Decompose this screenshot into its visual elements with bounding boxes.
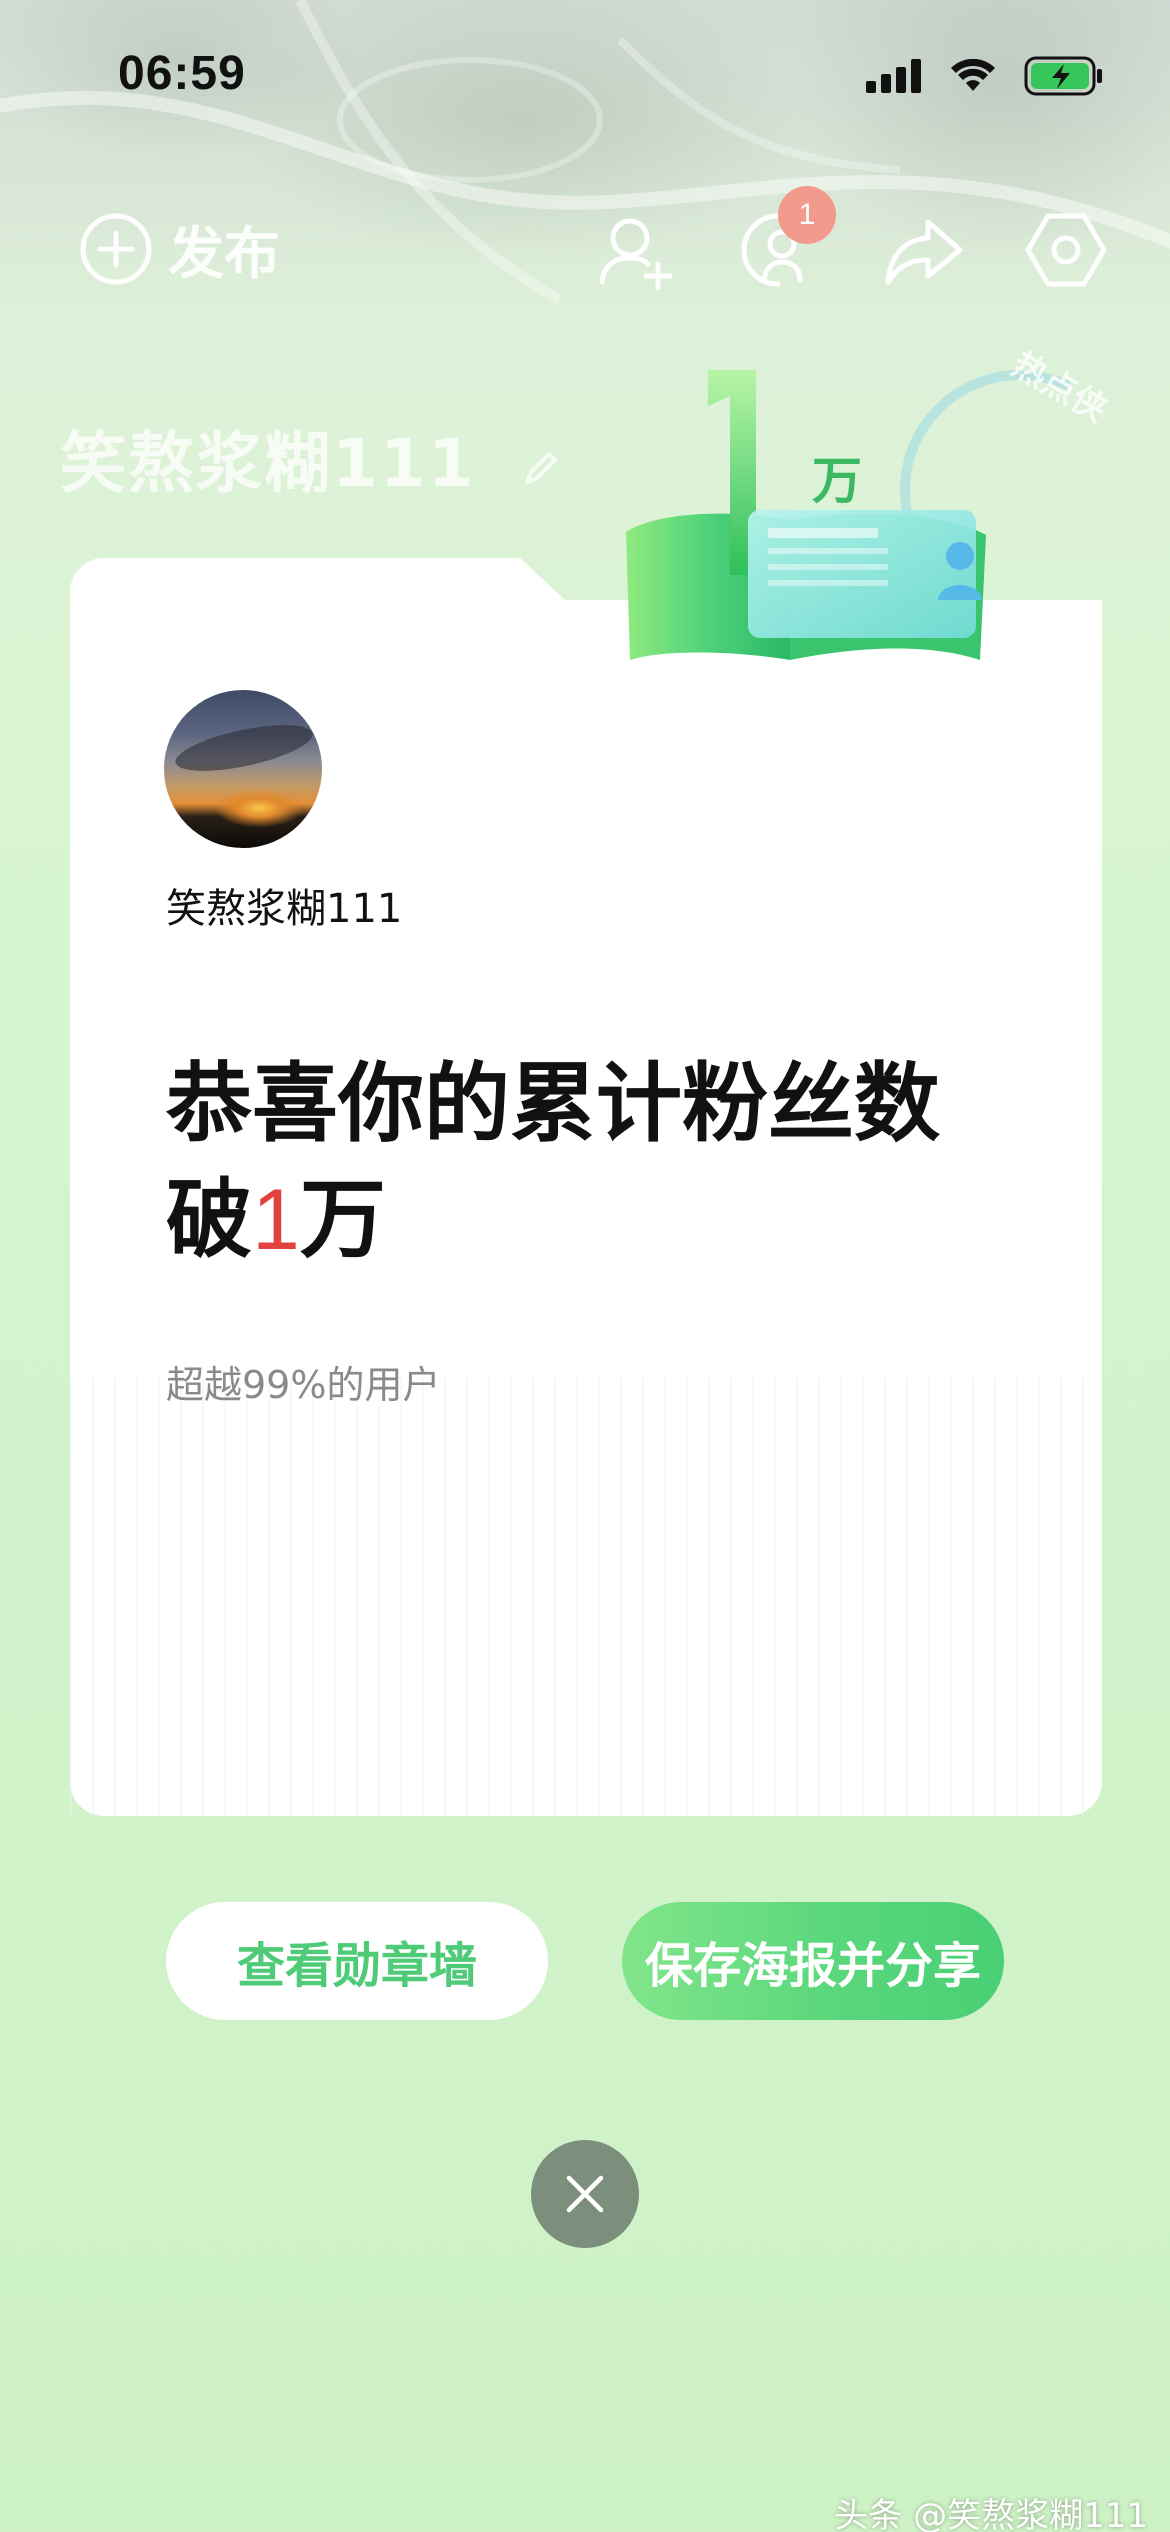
plus-circle-icon xyxy=(80,213,152,285)
message-badge: 1 xyxy=(778,186,836,244)
watermark: 头条 @笑熬浆糊111 xyxy=(834,2496,1148,2532)
milestone-headline: 恭喜你的累计粉丝数 破1万 xyxy=(166,1046,940,1278)
card-stripes xyxy=(70,1378,1102,1816)
headline-line-1: 恭喜你的累计粉丝数 xyxy=(166,1054,940,1154)
settings-icon[interactable] xyxy=(1024,208,1108,292)
badge-unit: 万 xyxy=(812,452,862,510)
publish-button[interactable]: 发布 xyxy=(72,206,308,292)
percentile-text: 超越99%的用户 xyxy=(166,1363,441,1407)
milestone-badge-art: 万 xyxy=(620,360,1000,700)
wifi-icon xyxy=(951,59,995,91)
headline-line-2: 破1万 xyxy=(166,1170,386,1270)
share-icon[interactable] xyxy=(882,208,966,292)
close-button[interactable] xyxy=(531,2140,639,2248)
follower-count: 1 xyxy=(252,1172,300,1268)
close-icon xyxy=(566,2175,604,2213)
avatar xyxy=(164,690,322,848)
view-badge-wall-button[interactable]: 查看勋章墙 xyxy=(166,1902,548,2020)
card-username: 笑熬浆糊111 xyxy=(166,886,403,932)
background-username: 笑熬浆糊111 xyxy=(60,410,563,506)
save-share-poster-button[interactable]: 保存海报并分享 xyxy=(622,1902,1004,2020)
add-friend-icon[interactable] xyxy=(594,208,678,292)
status-time: 06:59 xyxy=(118,47,246,100)
edit-icon xyxy=(524,451,557,484)
battery-charging-icon xyxy=(1024,56,1102,96)
signal-icon xyxy=(866,59,921,93)
status-icons xyxy=(866,56,1104,96)
publish-label: 发布 xyxy=(168,221,280,287)
